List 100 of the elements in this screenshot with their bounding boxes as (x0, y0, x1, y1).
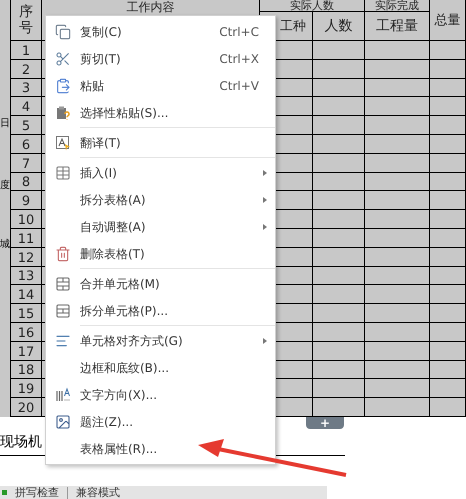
menu-item[interactable]: 复制(C) Ctrl+C (46, 18, 275, 45)
status-item[interactable]: 拼写检查 (15, 486, 59, 498)
table-cell (430, 285, 466, 304)
row-number: 19 (18, 382, 34, 398)
table-cell (313, 154, 365, 173)
letter-box-icon (55, 134, 71, 150)
row-number: 13 (18, 269, 34, 284)
table-cell (365, 266, 430, 286)
row-number: 2 (22, 62, 30, 78)
shortcut-text: Ctrl+X (219, 50, 259, 68)
table-cell (313, 266, 365, 286)
menu-item[interactable]: 边框和底纹(B)... (46, 354, 275, 381)
submenu-arrow-icon (263, 224, 267, 230)
table-cell (365, 210, 430, 229)
text-direction-icon (55, 386, 71, 402)
body-text: 现场机 (0, 434, 42, 450)
table-cell (365, 379, 430, 398)
table-cell (313, 134, 365, 154)
row-label: 城 (0, 238, 10, 252)
add-row-button[interactable]: + (306, 416, 344, 429)
column-header: 工程量 (376, 19, 418, 33)
table-icon (55, 164, 71, 180)
table-cell (430, 116, 466, 135)
menu-item[interactable]: 拆分单元格(P)... (46, 297, 275, 327)
table-cell (365, 172, 430, 192)
submenu-arrow-icon (263, 196, 267, 202)
split-cells-icon (55, 302, 71, 318)
row-number: 10 (18, 212, 34, 228)
clipboard-question-icon (55, 104, 71, 120)
row-number: 17 (18, 344, 34, 360)
table-cell (430, 304, 466, 323)
row-number: 5 (22, 118, 30, 134)
copy-icon (55, 24, 71, 40)
row-label: 日 (0, 117, 10, 131)
shortcut-text: Ctrl+V (219, 78, 259, 94)
scissors-icon (55, 50, 71, 66)
menu-item[interactable]: 选择性粘贴(S)... (46, 99, 275, 129)
table-cell (313, 97, 365, 116)
menu-item[interactable]: 翻译(T) (46, 129, 275, 159)
menu-item[interactable]: 题注(Z)... (46, 408, 275, 435)
menu-item[interactable]: 自动调整(A) (46, 213, 275, 240)
table-cell (365, 134, 430, 154)
table-cell (313, 304, 365, 323)
table-cell (313, 228, 365, 248)
table-cell (313, 78, 365, 98)
column-header: 实际完成 (375, 0, 419, 11)
column-header: 总量 (434, 14, 460, 26)
menu-item[interactable]: 拆分表格(A) (46, 186, 275, 213)
menu-item[interactable]: 粘贴 Ctrl+V (46, 72, 275, 99)
table-cell (365, 228, 430, 248)
table-cell (430, 360, 466, 380)
table-cell (313, 172, 365, 192)
menu-item[interactable]: 删除表格(T) (46, 240, 275, 270)
row-number: 4 (22, 100, 30, 116)
table-cell (430, 379, 466, 398)
table-cell (365, 304, 430, 323)
row-number: 16 (18, 326, 34, 341)
table-cell (430, 78, 466, 98)
row-number: 8 (22, 175, 30, 190)
table-cell (365, 398, 430, 417)
table-cell (430, 60, 466, 79)
table-cell (365, 78, 430, 98)
submenu-arrow-icon (263, 338, 267, 344)
table-cell (430, 342, 466, 361)
submenu-arrow-icon (263, 170, 267, 176)
row-number: 6 (22, 138, 30, 153)
shortcut-text: Ctrl+C (219, 24, 259, 40)
table-cell (365, 248, 430, 267)
table-cell (430, 322, 466, 342)
menu-item[interactable]: 剪切(T) Ctrl+X (46, 45, 275, 72)
table-cell (430, 210, 466, 229)
menu-item[interactable]: 合并单元格(M) (46, 270, 275, 297)
table-cell (313, 248, 365, 267)
clipboard-icon (55, 78, 71, 94)
table-cell (365, 285, 430, 304)
row-number: 9 (22, 194, 30, 210)
table-cell (430, 398, 466, 417)
table-cell (365, 116, 430, 135)
column-header: 人数 (324, 19, 352, 33)
row-label: 度 (0, 179, 10, 193)
table-cell (313, 60, 365, 79)
menu-item[interactable]: 文字方向(X)... (46, 381, 275, 408)
table-cell (365, 154, 430, 173)
table-cell (430, 97, 466, 116)
status-item[interactable]: 兼容模式 (67, 486, 120, 498)
table-cell (313, 191, 365, 210)
table-cell (313, 210, 365, 229)
table-cell (313, 322, 365, 342)
table-cell (430, 154, 466, 173)
menu-item[interactable]: 插入(I) (46, 159, 275, 186)
menu-item[interactable]: 单元格对齐方式(G) (46, 327, 275, 354)
menu-item[interactable]: 表格属性(R)... (46, 435, 275, 462)
table-cell (365, 342, 430, 361)
table-cell (313, 379, 365, 398)
row-number: 12 (18, 250, 34, 266)
row-number: 14 (18, 288, 34, 304)
table-cell (365, 97, 430, 116)
column-header: 工作内容 (126, 1, 174, 14)
table-cell (430, 134, 466, 154)
table-cell (430, 228, 466, 248)
